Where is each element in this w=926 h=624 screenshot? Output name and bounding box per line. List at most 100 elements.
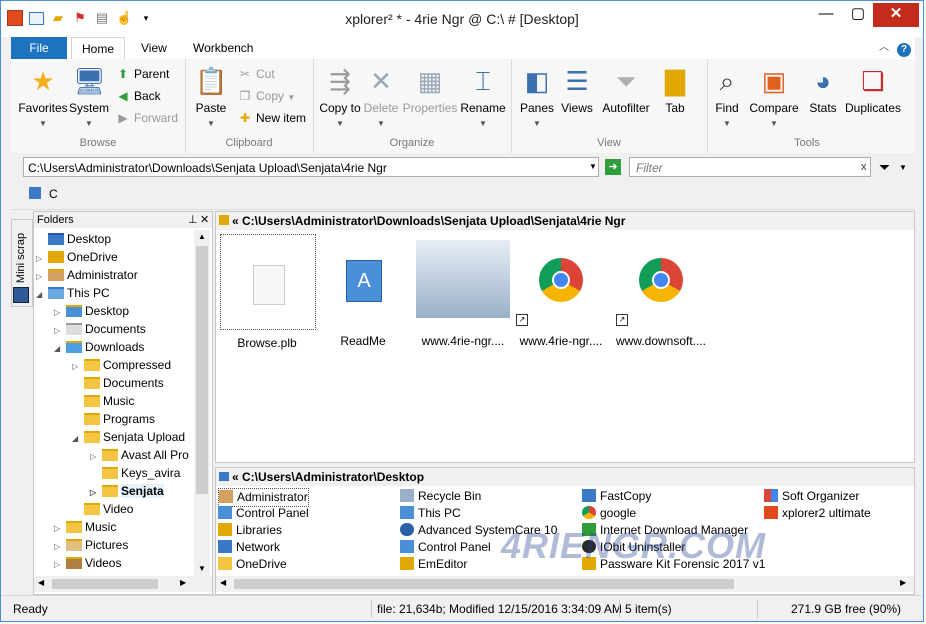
- delete-button[interactable]: ✕ Delete ▼: [361, 65, 401, 129]
- new-item-button[interactable]: ✚ New item: [237, 111, 306, 125]
- views-button[interactable]: ☰ Views: [559, 65, 595, 115]
- go-arrow-icon[interactable]: ➜: [605, 159, 621, 175]
- find-button[interactable]: ⌕ Find ▼: [709, 65, 745, 129]
- bottom-pane-horizontal-scrollbar[interactable]: ◀ ▶: [216, 576, 914, 592]
- file-item[interactable]: www.4rie-ngr....: [416, 234, 510, 348]
- scroll-thumb[interactable]: [196, 246, 208, 494]
- list-item[interactable]: FastCopy: [582, 488, 651, 505]
- paste-button[interactable]: 📋 Paste ▼: [191, 65, 231, 129]
- tree-node[interactable]: ▷ Compressed: [72, 356, 171, 374]
- list-item[interactable]: EmEditor: [400, 556, 467, 573]
- list-item-label: Control Panel: [236, 506, 309, 520]
- tree-node[interactable]: Documents: [72, 374, 164, 392]
- tab-view[interactable]: View: [131, 37, 177, 59]
- tree-node-label: Compressed: [103, 358, 172, 372]
- back-button[interactable]: ◀ Back: [115, 89, 160, 103]
- close-pane-icon[interactable]: ✕: [200, 212, 209, 228]
- filter-dropdown-icon[interactable]: ▼: [899, 163, 907, 172]
- tree-node[interactable]: Video: [72, 500, 133, 518]
- stats-button[interactable]: ◕ Stats: [805, 65, 841, 115]
- folders-header: Folders ⊥ ✕: [34, 212, 212, 228]
- scroll-right-icon[interactable]: ▶: [900, 578, 906, 587]
- rename-button[interactable]: ⌶ Rename ▼: [459, 65, 507, 129]
- list-item[interactable]: Recycle Bin: [400, 488, 481, 505]
- tree-node[interactable]: Keys_avira: [90, 464, 180, 482]
- list-item[interactable]: Control Panel: [400, 539, 491, 556]
- cut-button[interactable]: ✂ Cut: [237, 67, 275, 81]
- drive-c-button[interactable]: C: [49, 187, 58, 201]
- list-item[interactable]: xplorer2 ultimate: [764, 505, 871, 522]
- file-item[interactable]: A ReadMe: [316, 234, 410, 348]
- system-button[interactable]: 🖥 System ▼: [67, 65, 111, 129]
- close-button[interactable]: ✕: [873, 3, 919, 27]
- filter-funnel-icon[interactable]: ⏷: [879, 159, 890, 176]
- compare-button[interactable]: ▣ Compare ▼: [747, 65, 801, 129]
- list-item[interactable]: Libraries: [218, 522, 282, 539]
- maximize-button[interactable]: ▢: [841, 3, 875, 27]
- tree-node[interactable]: ▷ Avast All Pro: [90, 446, 189, 464]
- folders-horizontal-scrollbar[interactable]: ◀ ▶: [34, 576, 212, 592]
- list-item[interactable]: This PC: [400, 505, 461, 522]
- drive-c-icon: [29, 187, 41, 199]
- panes-button[interactable]: ◧ Panes ▼: [517, 65, 557, 129]
- tab-home[interactable]: Home: [71, 37, 126, 61]
- tree-node[interactable]: ◢ Downloads: [54, 338, 144, 356]
- forward-button[interactable]: ▶ Forward: [115, 111, 178, 125]
- group-browse: ★ Favorites ▼ 🖥 System ▼ ⬆ Parent ◀ Back ▶ Fo…: [11, 59, 186, 153]
- tree-node[interactable]: ▷ Desktop: [54, 302, 129, 320]
- tree-node[interactable]: ▷ OneDrive: [36, 248, 118, 266]
- scroll-left-icon[interactable]: ◀: [38, 578, 44, 587]
- parent-button[interactable]: ⬆ Parent: [115, 67, 169, 81]
- h-scroll-thumb[interactable]: [234, 579, 734, 589]
- clear-filter-icon[interactable]: x: [861, 161, 867, 173]
- tab-button[interactable]: ▇ Tab: [657, 65, 693, 115]
- h-scroll-thumb[interactable]: [52, 579, 158, 589]
- list-item[interactable]: OneDrive: [218, 556, 287, 573]
- autofilter-button[interactable]: ⏷ Autofilter: [599, 65, 653, 115]
- tree-node[interactable]: ▷ Music: [54, 518, 116, 536]
- list-item[interactable]: Network: [218, 539, 280, 556]
- minimize-button[interactable]: —: [809, 3, 843, 27]
- tree-node[interactable]: Programs: [72, 410, 155, 428]
- filter-input[interactable]: Filter: [629, 157, 871, 177]
- tree-node[interactable]: ◢ Senjata Upload: [72, 428, 185, 446]
- watermark-logo: 4RIENGR.COM: [501, 525, 767, 566]
- tab-workbench[interactable]: Workbench: [183, 37, 263, 59]
- copy-button[interactable]: ❐ Copy ▼: [237, 89, 296, 103]
- tree-node[interactable]: ▷ Documents: [54, 320, 146, 338]
- file-item[interactable]: ↗ www.downsoft....: [614, 234, 708, 348]
- list-item[interactable]: Soft Organizer: [764, 488, 859, 505]
- scroll-right-icon[interactable]: ▶: [180, 578, 186, 587]
- tree-node[interactable]: Desktop: [36, 230, 111, 248]
- list-item[interactable]: google: [582, 505, 636, 522]
- scroll-up-icon[interactable]: ▲: [198, 232, 206, 241]
- address-dropdown-icon[interactable]: ▼: [589, 162, 597, 171]
- folders-vertical-scrollbar[interactable]: ▲ ▼: [194, 230, 210, 576]
- list-item[interactable]: Control Panel: [218, 505, 309, 522]
- scroll-down-icon[interactable]: ▼: [198, 564, 206, 573]
- tree-node-selected[interactable]: ▷ Senjata: [90, 482, 164, 500]
- tree-node[interactable]: ▷ Administrator: [36, 266, 138, 284]
- status-bar: Ready file: 21,634b; Modified 12/15/2016…: [1, 595, 923, 621]
- properties-button[interactable]: ▦ Properties: [401, 65, 459, 115]
- pin-icon[interactable]: ⊥: [188, 212, 198, 228]
- help-icon[interactable]: ?: [887, 37, 921, 59]
- scrap-icon[interactable]: [13, 287, 29, 303]
- address-input[interactable]: C:\Users\Administrator\Downloads\Senjata…: [23, 157, 599, 177]
- duplicates-button[interactable]: ❏ Duplicates: [843, 65, 903, 115]
- tab-file[interactable]: File: [11, 37, 67, 59]
- favorites-label: Favorites: [18, 101, 68, 115]
- file-item[interactable]: Browse.plb: [220, 234, 316, 350]
- tree-node[interactable]: ▷ Videos: [54, 554, 121, 572]
- autofilter-label: Autofilter: [602, 101, 650, 115]
- tree-node[interactable]: Music: [72, 392, 134, 410]
- tree-node[interactable]: ◢ This PC: [36, 284, 110, 302]
- favorites-button[interactable]: ★ Favorites ▼: [15, 65, 71, 129]
- scroll-left-icon[interactable]: ◀: [220, 578, 226, 587]
- tree-node[interactable]: ▷ Pictures: [54, 536, 128, 554]
- copy-to-button[interactable]: ⇶ Copy to ▼: [317, 65, 363, 129]
- paste-label: Paste: [195, 101, 227, 115]
- file-item[interactable]: ↗ www.4rie-ngr....: [514, 234, 608, 348]
- folder-tab-icon: ▇: [665, 66, 685, 96]
- tree-node-label: Documents: [103, 376, 164, 390]
